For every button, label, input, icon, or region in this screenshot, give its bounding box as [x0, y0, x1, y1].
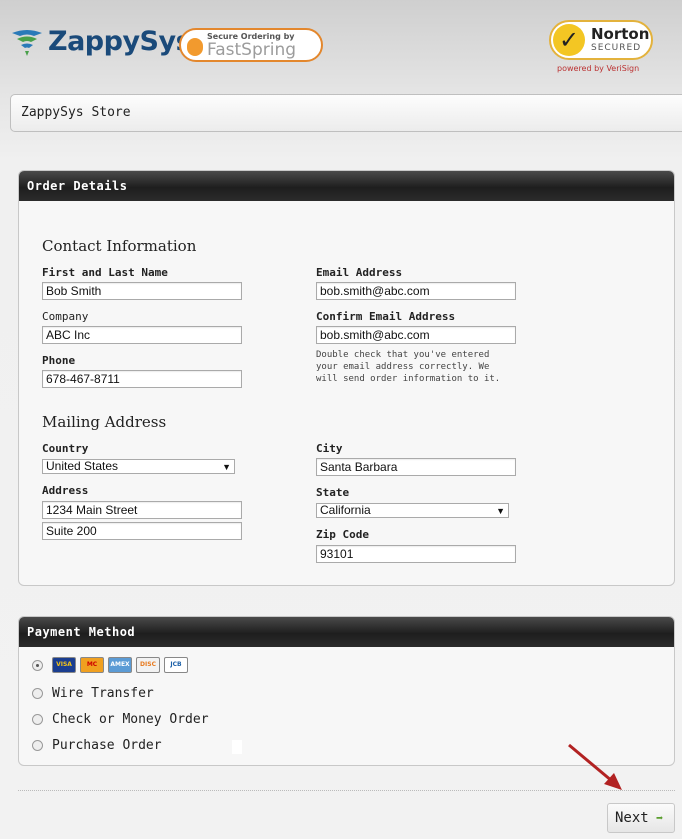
mastercard-icon: MC: [80, 657, 104, 673]
dropdown-arrow-icon: ▼: [222, 462, 231, 472]
dropdown-arrow-icon: ▼: [496, 506, 505, 516]
email-hint: Double check that you've entered your em…: [316, 350, 501, 384]
wire-transfer-radio[interactable]: [32, 688, 43, 699]
credit-card-radio[interactable]: [32, 660, 43, 671]
blank-marker: [232, 740, 242, 754]
norton-powered-by: powered by VeriSign: [557, 64, 640, 73]
check-money-order-label[interactable]: Check or Money Order: [52, 712, 209, 727]
email-label: Email Address: [316, 266, 403, 279]
arrow-right-icon: ➡: [656, 811, 664, 825]
company-input[interactable]: ABC Inc: [42, 326, 242, 344]
zip-label: Zip Code: [316, 528, 369, 541]
name-label: First and Last Name: [42, 266, 168, 279]
city-label: City: [316, 442, 343, 455]
contact-info-title: Contact Information: [42, 237, 197, 255]
country-value: United States: [46, 459, 119, 473]
order-details-panel: Order Details Contact Information First …: [18, 170, 675, 586]
mailing-address-title: Mailing Address: [42, 413, 167, 431]
purchase-order-label[interactable]: Purchase Order: [52, 738, 162, 753]
check-money-order-radio[interactable]: [32, 714, 43, 725]
name-input[interactable]: Bob Smith: [42, 282, 242, 300]
lock-icon: [187, 38, 203, 56]
confirm-email-label: Confirm Email Address: [316, 310, 456, 323]
phone-input[interactable]: 678-467-8711: [42, 370, 242, 388]
fastspring-badge[interactable]: Secure Ordering by FastSpring: [179, 28, 323, 62]
address-line2-input[interactable]: Suite 200: [42, 522, 242, 540]
country-select[interactable]: United States ▼: [42, 459, 235, 474]
city-input[interactable]: Santa Barbara: [316, 458, 516, 476]
state-value: California: [320, 503, 371, 517]
amex-card-icon: AMEX: [108, 657, 132, 673]
checkmark-icon: ✓: [553, 24, 585, 56]
next-button[interactable]: Next ➡: [607, 803, 675, 833]
jcb-card-icon: JCB: [164, 657, 188, 673]
logo-text: ZappySys: [48, 26, 192, 57]
wire-transfer-label[interactable]: Wire Transfer: [52, 686, 154, 701]
norton-pill: ✓ Norton SECURED: [549, 20, 653, 60]
country-label: Country: [42, 442, 89, 455]
next-label: Next: [615, 810, 649, 826]
zappysys-swirl-icon: [12, 29, 42, 56]
visa-card-icon: VISA: [52, 657, 76, 673]
phone-label: Phone: [42, 354, 76, 367]
payment-method-header: Payment Method: [19, 617, 674, 647]
header: ZappySys Secure Ordering by FastSpring ✓…: [0, 0, 682, 90]
norton-secured: SECURED: [591, 43, 642, 53]
address-line1-input[interactable]: 1234 Main Street: [42, 501, 242, 519]
discover-card-icon: DISC: [136, 657, 160, 673]
norton-name: Norton: [591, 25, 650, 43]
store-title: ZappySys Store: [21, 105, 131, 120]
zip-input[interactable]: 93101: [316, 545, 516, 563]
purchase-order-radio[interactable]: [32, 740, 43, 751]
zappysys-logo[interactable]: ZappySys: [10, 26, 192, 57]
red-pointer-arrow-icon: [568, 743, 622, 790]
order-details-header: Order Details: [19, 171, 674, 201]
store-bar: ZappySys Store: [10, 94, 682, 132]
state-label: State: [316, 486, 350, 499]
norton-seal[interactable]: ✓ Norton SECURED powered by VeriSign: [549, 20, 655, 76]
fastspring-name: FastSpring: [207, 40, 297, 60]
address-label: Address: [42, 484, 89, 497]
company-label: Company: [42, 310, 89, 323]
confirm-email-input[interactable]: bob.smith@abc.com: [316, 326, 516, 344]
state-select[interactable]: California ▼: [316, 503, 509, 518]
email-input[interactable]: bob.smith@abc.com: [316, 282, 516, 300]
